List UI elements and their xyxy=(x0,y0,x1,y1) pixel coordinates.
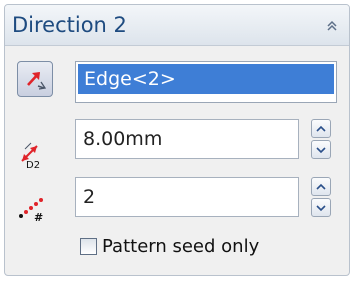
selected-edge-label: Edge<2> xyxy=(84,68,176,90)
direction-reference-selection-box[interactable]: Edge<2> xyxy=(75,61,337,103)
chevron-up-icon xyxy=(316,183,326,190)
panel-header[interactable]: Direction 2 xyxy=(5,5,349,46)
instances-icon-label: # xyxy=(34,211,43,222)
panel-title: Direction 2 xyxy=(12,13,127,37)
pattern-seed-only-label[interactable]: Pattern seed only xyxy=(102,236,259,257)
reverse-direction-icon xyxy=(27,72,47,90)
chevron-down-icon xyxy=(316,205,326,212)
instances-input[interactable]: 2 xyxy=(75,177,299,217)
spacing-increment-button[interactable] xyxy=(311,119,331,138)
double-chevron-up-icon[interactable] xyxy=(325,18,339,32)
instances-increment-button[interactable] xyxy=(311,177,331,196)
chevron-up-icon xyxy=(316,125,326,132)
spacing-icon-label: D2 xyxy=(26,160,40,169)
pattern-seed-only-checkbox[interactable] xyxy=(80,238,97,255)
instances-value: 2 xyxy=(83,186,96,208)
spacing-spinner[interactable] xyxy=(311,119,331,159)
selected-item-highlight[interactable]: Edge<2> xyxy=(78,64,334,94)
direction-2-panel: Direction 2 Edge<2> D2 8.00mm # 2 Patter… xyxy=(4,4,350,276)
spacing-d2-icon: D2 xyxy=(17,141,47,173)
instances-spinner[interactable] xyxy=(311,177,331,217)
spacing-decrement-button[interactable] xyxy=(311,140,331,159)
instances-count-icon: # xyxy=(17,196,47,226)
instances-decrement-button[interactable] xyxy=(311,198,331,217)
reverse-direction-button[interactable] xyxy=(17,61,53,97)
spacing-input[interactable]: 8.00mm xyxy=(75,119,299,159)
spacing-value: 8.00mm xyxy=(83,128,163,150)
chevron-down-icon xyxy=(316,147,326,154)
